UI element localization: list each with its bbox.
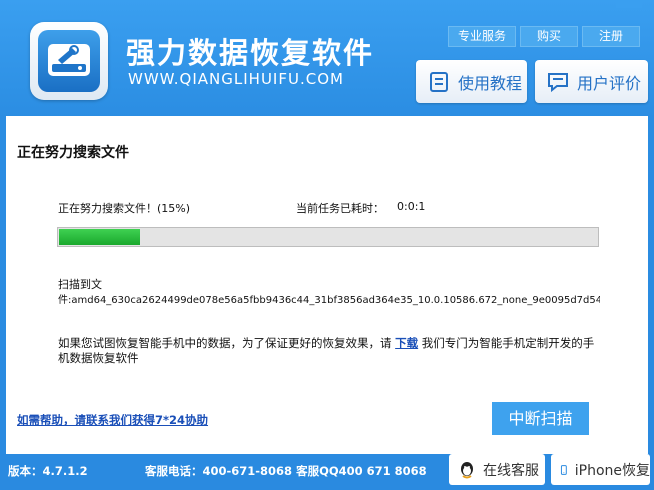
review-button[interactable]: 用户评价: [535, 60, 648, 103]
elapsed-time-value: 0:0:1: [397, 200, 426, 213]
app-url: WWW.QIANGLIHUIFU.COM: [128, 70, 344, 88]
disk-icon: [38, 30, 100, 92]
pro-service-link[interactable]: 专业服务: [448, 26, 516, 47]
app-window: 强力数据恢复软件 WWW.QIANGLIHUIFU.COM 专业服务 购买 注册…: [0, 0, 654, 490]
top-links: 专业服务 购买 注册: [448, 26, 640, 47]
progress-bar: [57, 227, 599, 247]
window-control[interactable]: [616, 0, 642, 8]
phone-icon: [560, 464, 567, 475]
progress-fill: [59, 229, 140, 245]
scanning-label: 扫描到文: [58, 278, 102, 291]
notice-text-before: 如果您试图恢复智能手机中的数据，为了保证更好的恢复效果，请: [58, 336, 396, 350]
scan-status: 正在努力搜索文件！(15%): [58, 202, 191, 215]
stop-scan-button[interactable]: 中断扫描: [492, 402, 589, 435]
iphone-recovery-label: iPhone恢复: [574, 462, 650, 479]
version-label: 版本：4.7.1.2: [8, 464, 88, 478]
support-hotline: 客服电话：400-671-8068 客服QQ400 671 8068: [145, 464, 427, 478]
online-service-button[interactable]: 在线客服: [449, 454, 545, 485]
phone-recovery-notice: 如果您试图恢复智能手机中的数据，为了保证更好的恢复效果，请 下载 我们专门为智能…: [58, 336, 603, 366]
app-logo: [30, 22, 108, 100]
comment-icon: [548, 72, 568, 92]
app-title: 强力数据恢复软件: [126, 36, 375, 70]
book-icon: [430, 71, 448, 92]
iphone-recovery-button[interactable]: iPhone恢复: [551, 454, 650, 485]
help-link[interactable]: 如需帮助，请联系我们获得7*24协助: [17, 412, 208, 428]
download-link[interactable]: 下载: [395, 336, 418, 350]
tutorial-button[interactable]: 使用教程: [416, 60, 527, 103]
qq-penguin-icon: [461, 461, 473, 478]
scanning-file-path: 件:amd64_630ca2624499de078e56a5fbb9436c44…: [58, 295, 600, 306]
buy-link[interactable]: 购买: [520, 26, 578, 47]
tutorial-label: 使用教程: [458, 73, 523, 93]
scan-panel: 正在努力搜索文件 正在努力搜索文件！(15%) 当前任务已耗时： 0:0:1 扫…: [6, 116, 648, 454]
register-link[interactable]: 注册: [582, 26, 640, 47]
online-service-label: 在线客服: [483, 462, 539, 479]
page-title: 正在努力搜索文件: [17, 145, 129, 161]
review-label: 用户评价: [577, 73, 642, 93]
elapsed-time-label: 当前任务已耗时：: [296, 202, 384, 215]
